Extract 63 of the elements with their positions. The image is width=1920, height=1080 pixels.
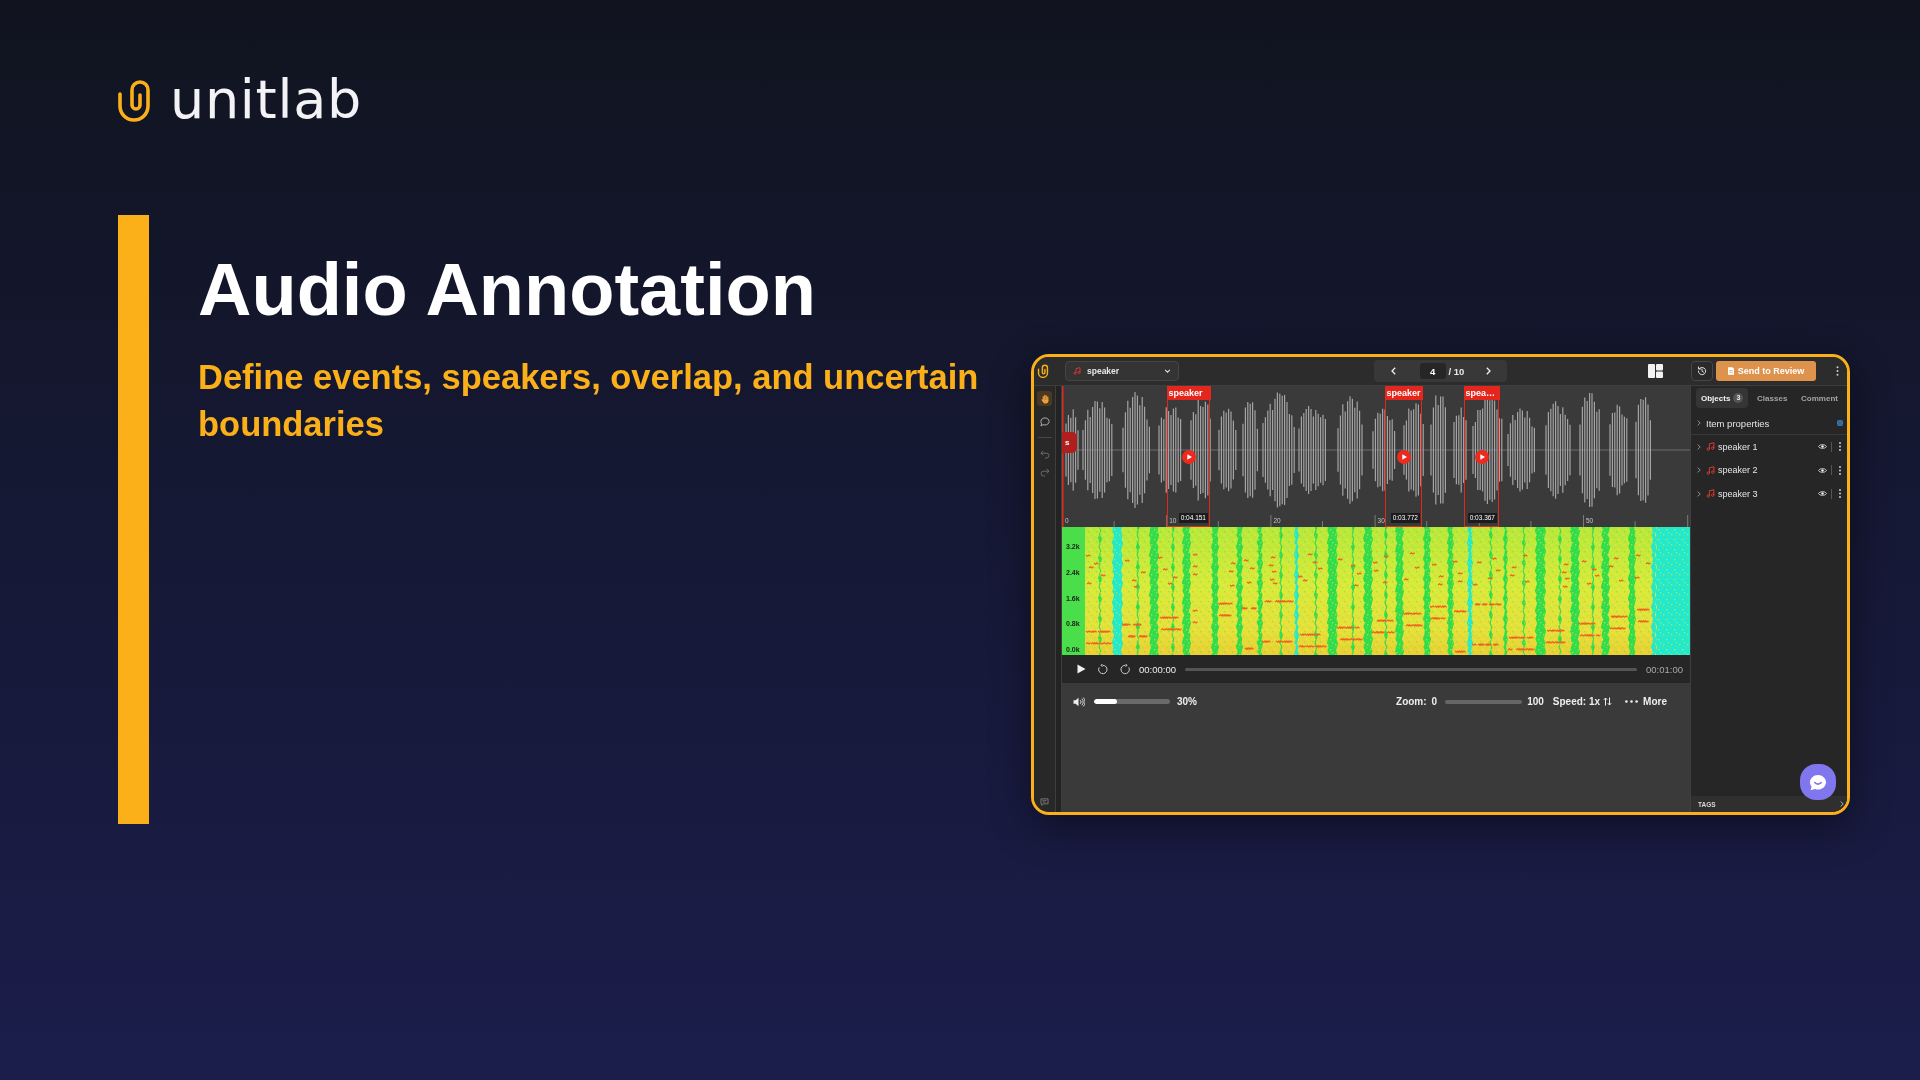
page-input[interactable]: 4 [1419, 363, 1446, 379]
music-note-icon [1706, 465, 1715, 475]
brand-name: unitlab [170, 78, 362, 122]
current-time: 00:00:00 [1139, 663, 1176, 675]
message-icon[interactable] [1040, 798, 1049, 806]
logo-icon [116, 78, 152, 122]
document-icon [1727, 367, 1734, 375]
play-icon[interactable] [1077, 664, 1086, 674]
more-dots-icon [1625, 700, 1639, 703]
comment-icon [1039, 416, 1050, 427]
play-icon[interactable] [1181, 450, 1196, 464]
more-button[interactable]: More [1625, 696, 1667, 707]
class-dropdown[interactable]: speaker [1065, 361, 1179, 381]
music-note-icon [1706, 442, 1715, 452]
speed-button[interactable]: Speed: 1x [1552, 696, 1613, 707]
tool-button[interactable] [1037, 391, 1052, 406]
slide-title: Audio Annotation [198, 253, 817, 327]
music-note-icon [1706, 489, 1715, 499]
eye-icon[interactable] [1818, 466, 1827, 474]
chat-bubble-icon [1809, 773, 1827, 791]
chevron-right-icon[interactable] [1697, 467, 1701, 474]
object-name[interactable]: speaker 2 [1718, 465, 1818, 476]
duration: 00:01:00 [1646, 663, 1683, 675]
panel-tab[interactable]: Classes [1752, 388, 1793, 408]
indicator-icon [1837, 420, 1843, 426]
slide-subtitle: Define events, speakers, overlap, and uncertain boundaries [198, 357, 980, 445]
page-total: / 10 [1448, 365, 1465, 377]
segment-tooltip: s [1062, 432, 1077, 453]
chevron-right-icon[interactable] [1697, 443, 1701, 450]
chevron-right-icon[interactable] [1697, 420, 1701, 426]
zoom-label: Zoom: [1396, 696, 1427, 707]
chevron-down-icon [1164, 369, 1171, 373]
zoom-track[interactable] [1445, 699, 1523, 704]
object-name[interactable]: speaker 1 [1718, 441, 1818, 452]
music-note-icon [1073, 367, 1081, 375]
redo-icon [1039, 466, 1050, 477]
zoom-min: 0 [1431, 696, 1438, 707]
history-icon [1697, 366, 1707, 376]
eye-icon[interactable] [1818, 443, 1827, 451]
sort-arrows-icon [1603, 697, 1613, 706]
chevron-right-icon[interactable] [1697, 490, 1701, 497]
app-logo-icon [1037, 364, 1049, 378]
panel-tab[interactable]: Comment [1796, 388, 1843, 408]
layout-icon[interactable] [1648, 364, 1663, 378]
more-options-icon[interactable] [1836, 366, 1839, 376]
undo-icon [1039, 448, 1050, 459]
zoom-max: 100 [1527, 696, 1544, 707]
object-name[interactable]: speaker 3 [1718, 488, 1818, 499]
volume-icon[interactable] [1073, 696, 1085, 707]
item-properties-label[interactable]: Item properties [1706, 417, 1837, 429]
chevron-left-icon[interactable] [1390, 367, 1396, 375]
rewind-icon[interactable] [1097, 663, 1108, 675]
eye-icon[interactable] [1818, 490, 1827, 498]
history-button[interactable] [1691, 361, 1713, 381]
play-icon[interactable] [1396, 450, 1411, 464]
progress-track[interactable] [1185, 667, 1637, 671]
hand-icon [1039, 393, 1050, 404]
play-icon[interactable] [1474, 450, 1489, 464]
forward-icon[interactable] [1120, 663, 1131, 675]
tool-button[interactable] [1037, 414, 1052, 429]
volume-slider[interactable] [1094, 699, 1170, 704]
chevron-right-icon[interactable] [1840, 801, 1844, 807]
volume-reading: 30% [1177, 696, 1197, 707]
